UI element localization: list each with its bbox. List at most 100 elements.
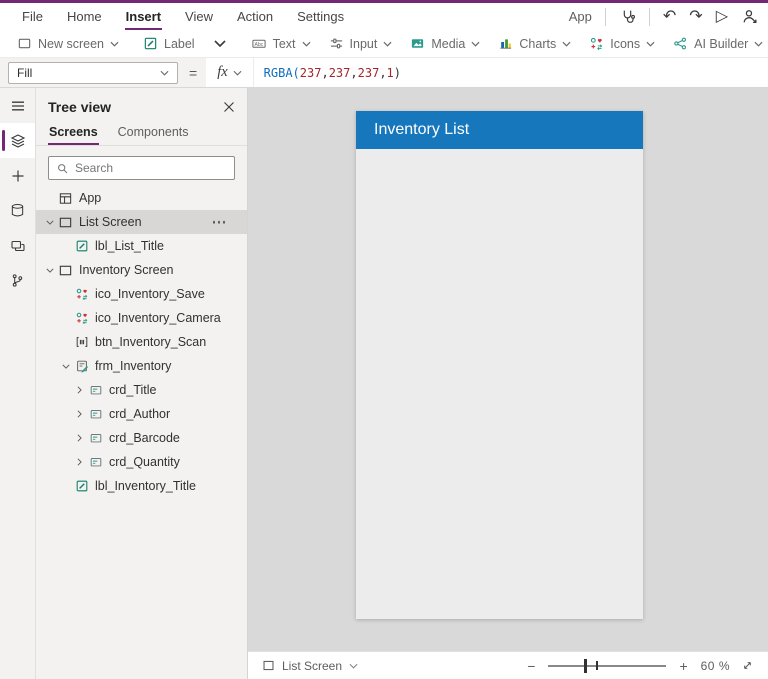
- app-checker-icon[interactable]: [619, 8, 636, 25]
- chevron-down-icon[interactable]: [42, 268, 57, 273]
- label-icon: [73, 238, 90, 254]
- new-screen-button[interactable]: New screen: [8, 33, 128, 54]
- hamburger-menu-icon[interactable]: [0, 88, 35, 123]
- tree-item-crd-barcode[interactable]: crd_Barcode: [36, 426, 247, 450]
- screen-artboard[interactable]: Inventory List: [356, 111, 643, 619]
- media-menu-button[interactable]: Media: [401, 33, 489, 54]
- tree-item-label: List Screen: [79, 215, 142, 229]
- search-input[interactable]: Search: [48, 156, 235, 180]
- icons-icon: [589, 36, 604, 51]
- tree-item-ico-inventory-save[interactable]: ico_Inventory_Save: [36, 282, 247, 306]
- advanced-tools-rail-icon[interactable]: [0, 263, 35, 298]
- tree-item-crd-title[interactable]: crd_Title: [36, 378, 247, 402]
- search-icon: [56, 162, 69, 175]
- input-label: Input: [350, 37, 378, 51]
- charts-menu-button[interactable]: Charts: [489, 33, 580, 54]
- tree-item-label: Inventory Screen: [79, 263, 174, 277]
- tree-item-lbl-inventory-title[interactable]: lbl_Inventory_Title: [36, 474, 247, 498]
- menu-home[interactable]: Home: [55, 6, 114, 27]
- tree-item-app[interactable]: App: [36, 186, 247, 210]
- app-scope-label[interactable]: App: [569, 9, 592, 24]
- data-sources-rail-icon[interactable]: [0, 193, 35, 228]
- tab-components[interactable]: Components: [117, 122, 190, 145]
- inventory-list-header[interactable]: Inventory List: [356, 111, 643, 149]
- media-label: Media: [431, 37, 465, 51]
- formula-token: 237: [358, 66, 380, 80]
- chevron-right-icon[interactable]: [72, 410, 87, 418]
- icons-menu-button[interactable]: Icons: [580, 33, 664, 54]
- property-selector[interactable]: Fill: [8, 62, 178, 84]
- status-bar: List Screen − + 60 %: [248, 651, 768, 679]
- menu-view[interactable]: View: [173, 6, 225, 27]
- tree-item-label: frm_Inventory: [95, 359, 171, 373]
- chevron-down-icon[interactable]: [58, 364, 73, 369]
- tree-item-label: crd_Author: [109, 407, 170, 421]
- chevron-right-icon[interactable]: [72, 458, 87, 466]
- zoom-percentage: 60 %: [701, 659, 730, 673]
- tree-item-label: ico_Inventory_Save: [95, 287, 205, 301]
- play-preview-icon[interactable]: ▷: [716, 9, 728, 25]
- tree-item-frm-inventory[interactable]: frm_Inventory: [36, 354, 247, 378]
- formula-text[interactable]: RGBA(237,237,237,1): [254, 58, 401, 87]
- more-options-icon[interactable]: [213, 221, 226, 224]
- panel-tabs: Screens Components: [36, 120, 247, 146]
- tree-item-list-screen[interactable]: List Screen: [36, 210, 247, 234]
- tree-item-btn-inventory-scan[interactable]: btn_Inventory_Scan: [36, 330, 247, 354]
- tree-item-lbl-list-title[interactable]: lbl_List_Title: [36, 234, 247, 258]
- zoom-out-button[interactable]: −: [525, 659, 537, 673]
- tree-item-inventory-screen[interactable]: Inventory Screen: [36, 258, 247, 282]
- undo-icon[interactable]: ↶: [663, 9, 676, 25]
- menu-file[interactable]: File: [10, 6, 55, 27]
- share-user-icon[interactable]: [741, 8, 758, 25]
- insert-ribbon: New screen Label Abc Text Input Media: [0, 30, 768, 58]
- card-icon: [87, 430, 104, 446]
- label-button[interactable]: Label: [134, 33, 204, 54]
- design-canvas[interactable]: Inventory List: [248, 88, 768, 651]
- chevron-down-icon: [349, 663, 358, 669]
- insert-rail-icon[interactable]: [0, 158, 35, 193]
- formula-bar: Fill = fx RGBA(237,237,237,1): [0, 58, 768, 88]
- chevron-down-icon: [471, 41, 480, 47]
- chevron-down-icon: [233, 70, 242, 76]
- menu-settings[interactable]: Settings: [285, 6, 356, 27]
- charts-label: Charts: [519, 37, 556, 51]
- tree-item-ico-inventory-camera[interactable]: ico_Inventory_Camera: [36, 306, 247, 330]
- icons-icon: [73, 286, 90, 302]
- ai-builder-icon: [673, 36, 688, 51]
- form-icon: [73, 358, 90, 374]
- zoom-slider[interactable]: [548, 665, 666, 667]
- tree-item-crd-quantity[interactable]: crd_Quantity: [36, 450, 247, 474]
- fit-to-window-icon[interactable]: [741, 659, 754, 672]
- chevron-down-icon: [214, 40, 226, 47]
- icons-label: Icons: [610, 37, 640, 51]
- tree-item-crd-author[interactable]: crd_Author: [36, 402, 247, 426]
- chevron-down-icon: [562, 41, 571, 47]
- menu-action[interactable]: Action: [225, 6, 285, 27]
- label-dropdown-button[interactable]: [204, 36, 236, 51]
- ai-builder-menu-button[interactable]: AI Builder: [664, 33, 768, 54]
- formula-input-area[interactable]: fx RGBA(237,237,237,1): [206, 58, 768, 87]
- close-icon[interactable]: [223, 101, 235, 113]
- screen-icon: [57, 214, 74, 230]
- zoom-in-button[interactable]: +: [677, 659, 689, 673]
- text-icon: Abc: [251, 36, 267, 51]
- input-menu-button[interactable]: Input: [320, 33, 402, 54]
- svg-text:Abc: Abc: [254, 42, 263, 48]
- text-menu-button[interactable]: Abc Text: [242, 33, 320, 54]
- zoom-slider-handle[interactable]: [584, 659, 587, 673]
- screen-selector[interactable]: List Screen: [262, 659, 358, 673]
- chevron-right-icon[interactable]: [72, 434, 87, 442]
- chevron-right-icon[interactable]: [72, 386, 87, 394]
- fx-dropdown-button[interactable]: fx: [206, 58, 253, 87]
- tab-screens[interactable]: Screens: [48, 122, 99, 145]
- chevron-down-icon[interactable]: [42, 220, 57, 225]
- chevron-down-icon: [754, 41, 763, 47]
- menu-insert[interactable]: Insert: [114, 6, 173, 27]
- redo-icon[interactable]: ↷: [689, 9, 702, 25]
- card-icon: [87, 406, 104, 422]
- menu-bar: File Home Insert View Action Settings Ap…: [0, 3, 768, 30]
- barcode-icon: [73, 334, 90, 350]
- media-rail-icon[interactable]: [0, 228, 35, 263]
- menu-items: File Home Insert View Action Settings: [10, 6, 356, 27]
- tree-view-rail-icon[interactable]: [0, 123, 35, 158]
